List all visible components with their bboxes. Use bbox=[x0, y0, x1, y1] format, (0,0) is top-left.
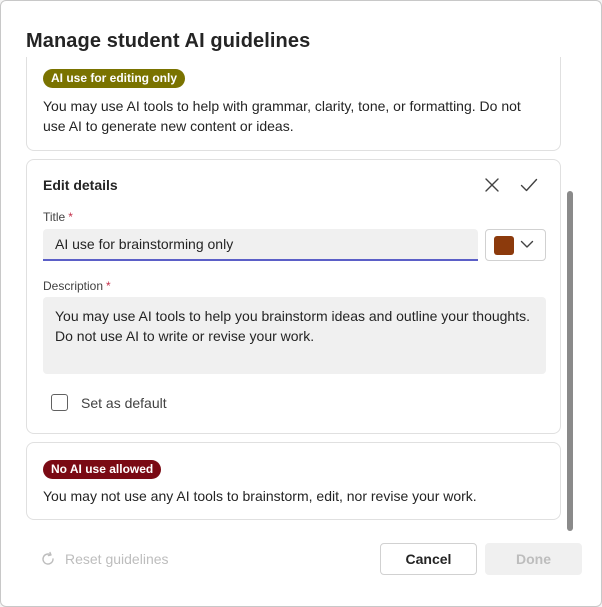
close-icon bbox=[485, 178, 499, 192]
guideline-badge: AI use for editing only bbox=[43, 69, 186, 88]
description-label: Description * bbox=[43, 279, 111, 293]
cancel-button[interactable]: Cancel bbox=[380, 543, 477, 575]
edit-details-card: Edit details Title* Description* You may… bbox=[26, 159, 561, 434]
edit-details-heading: Edit details bbox=[43, 177, 118, 193]
save-edit-button[interactable] bbox=[518, 174, 540, 196]
required-marker: * bbox=[68, 210, 73, 224]
guideline-card-no-ai[interactable]: No AI use allowed You may not use any AI… bbox=[26, 442, 561, 520]
title-input[interactable] bbox=[43, 229, 478, 261]
required-marker: * bbox=[106, 279, 111, 293]
reset-guidelines-label: Reset guidelines bbox=[65, 551, 169, 567]
checkmark-icon bbox=[520, 178, 538, 192]
description-textarea[interactable]: You may use AI tools to help you brainst… bbox=[43, 297, 546, 374]
guideline-description: You may use AI tools to help with gramma… bbox=[43, 98, 521, 134]
reset-icon bbox=[42, 551, 54, 565]
reset-guidelines-button: Reset guidelines bbox=[40, 551, 169, 567]
checkbox-box[interactable] bbox=[51, 394, 68, 411]
color-picker-dropdown[interactable] bbox=[485, 229, 546, 261]
set-default-label: Set as default bbox=[81, 394, 167, 411]
guidelines-dialog: Manage student AI guidelines AI use for … bbox=[0, 0, 602, 607]
guideline-card-editing[interactable]: AI use for editing only You may use AI t… bbox=[26, 57, 561, 151]
done-button: Done bbox=[485, 543, 582, 575]
title-label: Title * bbox=[43, 210, 73, 224]
dialog-title: Manage student AI guidelines bbox=[26, 30, 311, 52]
cancel-edit-button[interactable] bbox=[481, 174, 503, 196]
guideline-description: You may not use any AI tools to brainsto… bbox=[43, 488, 477, 504]
set-default-checkbox[interactable]: Set as default bbox=[51, 394, 167, 411]
scrollbar-thumb[interactable] bbox=[567, 191, 573, 531]
guideline-badge: No AI use allowed bbox=[43, 460, 162, 479]
color-swatch bbox=[494, 236, 514, 255]
scrollbar[interactable] bbox=[567, 191, 573, 531]
chevron-down-icon bbox=[520, 240, 534, 248]
